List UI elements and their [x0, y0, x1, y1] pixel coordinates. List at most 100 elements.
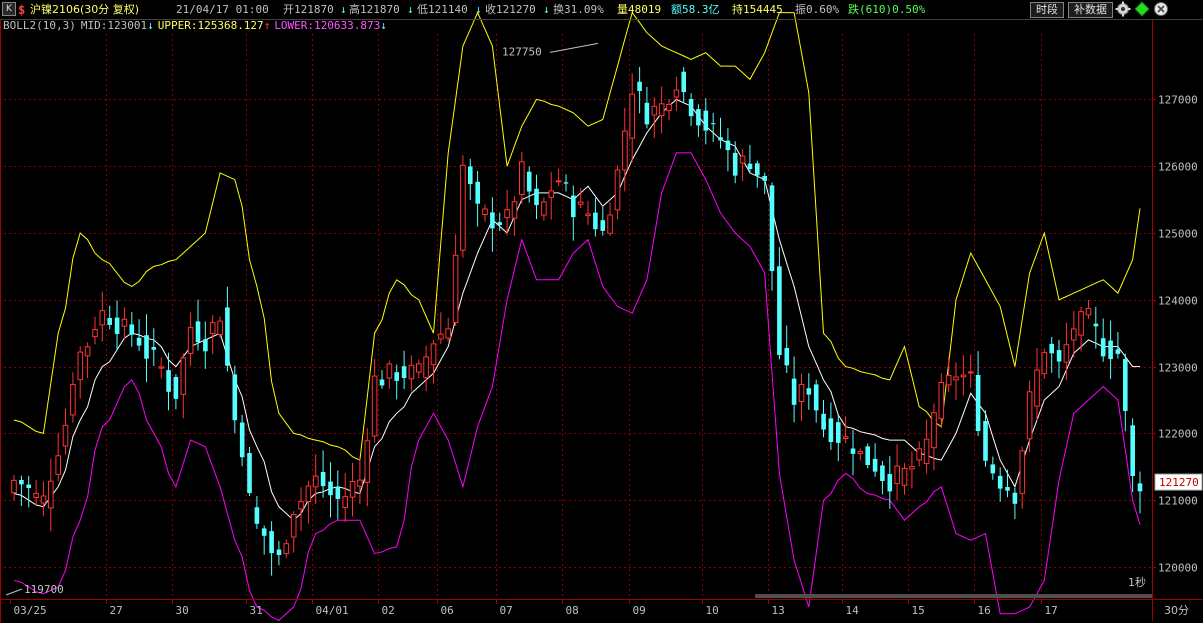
- candle-up: [658, 103, 665, 117]
- candle-up: [121, 318, 128, 327]
- candle-up: [511, 201, 518, 219]
- annotation-leader: [549, 42, 599, 53]
- candle-up: [739, 155, 746, 164]
- candle-down: [563, 182, 569, 184]
- candle-down: [107, 318, 112, 325]
- candle-up: [541, 201, 547, 216]
- candle-down: [114, 317, 120, 334]
- diamond-icon[interactable]: [1134, 1, 1150, 17]
- candle-up: [55, 455, 62, 475]
- candle-down: [401, 366, 407, 378]
- candle-down: [762, 176, 767, 181]
- candle-down: [732, 152, 738, 176]
- candle-down: [1049, 343, 1054, 354]
- candle-up: [666, 104, 672, 112]
- y-tick-label: 125000: [1158, 228, 1198, 241]
- mid-band-line: [13, 98, 1141, 521]
- candle-up: [371, 375, 378, 437]
- mid-arrow-icon: ↓: [147, 19, 154, 32]
- candle-up: [894, 465, 901, 485]
- candle-up: [349, 481, 356, 498]
- mid-value: MID:123001: [80, 19, 148, 32]
- candle-up: [11, 479, 17, 494]
- timeshare-button[interactable]: 时段: [1030, 2, 1064, 18]
- candle-up: [99, 310, 106, 326]
- candle-up: [614, 169, 621, 211]
- x-tick-label: 03/25: [14, 604, 47, 617]
- candle-down: [1005, 487, 1010, 491]
- y-tick-label: 123000: [1158, 362, 1198, 375]
- open-price: 开121870: [283, 3, 334, 16]
- candle-down: [880, 465, 885, 481]
- candle-up: [357, 479, 363, 487]
- candle-down: [129, 324, 135, 335]
- candle-down: [490, 212, 495, 229]
- candle-up: [909, 466, 915, 470]
- candle-down: [379, 379, 385, 386]
- candle-up: [901, 468, 908, 486]
- candle-up: [92, 329, 98, 338]
- gear-icon[interactable]: [1115, 1, 1131, 17]
- x-tick-label: 31: [250, 604, 263, 617]
- bollinger-bands: [13, 11, 1141, 621]
- k-icon[interactable]: K: [2, 2, 16, 16]
- candle-up: [968, 371, 974, 374]
- candle-down: [791, 378, 797, 405]
- flag-icon: $: [18, 3, 26, 17]
- indicator-name[interactable]: BOLL2(10,3): [3, 19, 76, 32]
- candle-up: [342, 496, 348, 509]
- high-price: 高121870: [349, 3, 400, 16]
- candle-down: [335, 486, 341, 499]
- indicator-legend: BOLL2(10,3) MID:123001↓ UPPER:125368.127↑ L…: [3, 19, 391, 33]
- candle-up: [217, 320, 223, 336]
- candle-up: [585, 213, 591, 217]
- lower-arrow-icon: ↓: [380, 19, 387, 32]
- candle-down: [136, 337, 142, 346]
- candle-down: [1123, 359, 1128, 411]
- candle-up: [77, 351, 84, 381]
- upper-arrow-icon: ↑: [263, 19, 271, 32]
- candle-up: [504, 209, 510, 219]
- candle-down: [747, 163, 753, 170]
- x-tick-label: 13: [772, 604, 785, 617]
- candle-down: [195, 321, 201, 343]
- open-interest: 持154445: [732, 3, 783, 16]
- candle-down: [997, 475, 1003, 489]
- candle-down: [1093, 323, 1099, 327]
- candle-down: [269, 531, 274, 554]
- candle-up: [1063, 344, 1070, 363]
- kline-chart[interactable]: 120000 121000 122000 123000 124000 125000 1260…: [0, 0, 1203, 623]
- candle-down: [173, 377, 179, 399]
- candle-down: [1130, 425, 1135, 476]
- candle-up: [313, 475, 319, 488]
- candle-up: [33, 492, 39, 498]
- x-tick-label: 08: [566, 604, 579, 617]
- candle-up: [622, 130, 628, 171]
- x-tick-label: 14: [846, 604, 860, 617]
- period-label: 30分: [1164, 604, 1189, 617]
- x-tick-label: 30: [176, 604, 189, 617]
- candle-down: [718, 137, 723, 141]
- candle-up: [1034, 369, 1040, 407]
- scrollbar-thumb[interactable]: [755, 594, 1152, 598]
- candle-down: [990, 464, 996, 474]
- candle-up: [548, 190, 555, 198]
- close-icon[interactable]: [1153, 1, 1169, 17]
- x-tick-label: 02: [382, 604, 395, 617]
- candle-up: [48, 480, 54, 509]
- candle-down: [320, 472, 326, 487]
- turnover-rate: 换31.09%: [553, 3, 604, 16]
- candle-down: [144, 335, 149, 359]
- candle-down: [497, 222, 502, 225]
- candle-down: [1056, 350, 1062, 362]
- y-tick-label: 127000: [1158, 94, 1198, 107]
- candle-up: [187, 327, 194, 355]
- candle-down: [328, 481, 333, 496]
- candle-up: [364, 440, 371, 483]
- candle-down: [571, 195, 576, 218]
- close-price: 收121270: [485, 3, 536, 16]
- candle-down: [276, 549, 282, 555]
- supplement-data-button[interactable]: 补数据: [1068, 2, 1113, 18]
- candle-down: [1100, 338, 1106, 357]
- candle-down: [813, 384, 819, 411]
